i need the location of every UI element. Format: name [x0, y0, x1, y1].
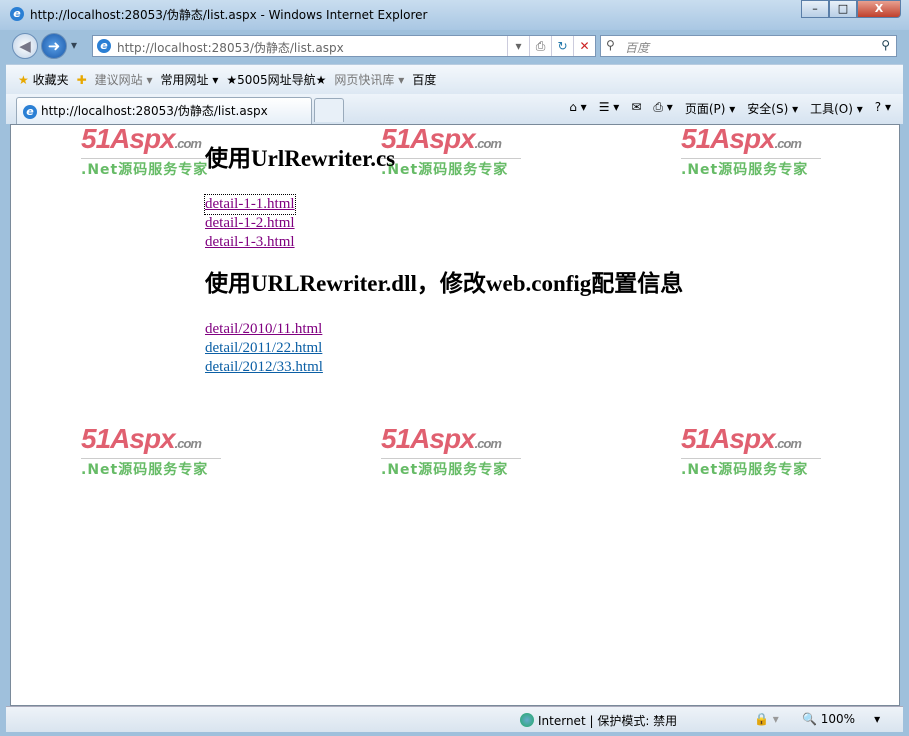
link-detail-1-3[interactable]: detail-1-3.html	[205, 233, 295, 252]
compatibility-view-icon[interactable]: ⎙	[529, 36, 551, 56]
help-button[interactable]: ? ▾	[875, 100, 891, 117]
window-title: http://localhost:28053/伪静态/list.aspx - W…	[30, 8, 428, 22]
security-zone[interactable]: Internet | 保护模式: 禁用	[520, 712, 677, 729]
safety-menu[interactable]: 安全(S) ▾	[747, 100, 798, 117]
page-icon: e	[23, 105, 37, 119]
search-go-icon[interactable]: ⚲	[881, 38, 890, 52]
search-box[interactable]: ⚲ 百度 ⚲	[600, 35, 897, 57]
tab-list[interactable]: e http://localhost:28053/伪静态/list.aspx	[16, 97, 312, 124]
stop-icon[interactable]: ✕	[573, 36, 595, 56]
page-menu[interactable]: 页面(P) ▾	[685, 100, 735, 117]
refresh-icon[interactable]: ↻	[551, 36, 573, 56]
fav-web-slice[interactable]: 网页快讯库 ▾	[334, 71, 404, 88]
link-detail-2012-33[interactable]: detail/2012/33.html	[205, 358, 323, 377]
fav-common-sites[interactable]: 常用网址 ▾	[161, 71, 219, 88]
forward-button[interactable]: ➜	[41, 33, 67, 59]
address-input[interactable]: http://localhost:28053/伪静态/list.aspx	[117, 39, 344, 56]
print-button[interactable]: ⎙ ▾	[653, 100, 672, 117]
watermark: 51Aspx.com .Net源码服务专家	[681, 425, 821, 479]
tools-menu[interactable]: 工具(O) ▾	[810, 100, 863, 117]
address-bar[interactable]: e http://localhost:28053/伪静态/list.aspx ▾…	[92, 35, 596, 57]
address-dropdown-icon[interactable]: ▾	[507, 36, 529, 56]
fav-suggested-sites[interactable]: 建议网站 ▾	[95, 71, 153, 88]
page-icon: e	[97, 39, 111, 53]
maximize-button[interactable]: □	[829, 0, 857, 18]
search-icon: ⚲	[606, 38, 615, 52]
page-content: 51Aspx.com .Net源码服务专家 51Aspx.com .Net源码服务专…	[10, 124, 900, 706]
tab-title: http://localhost:28053/伪静态/list.aspx	[41, 104, 268, 118]
add-favorite-icon[interactable]: ✚	[77, 73, 87, 87]
close-button[interactable]: X	[857, 0, 901, 18]
globe-icon	[520, 713, 534, 727]
title-bar: e http://localhost:28053/伪静态/list.aspx -…	[0, 0, 909, 30]
new-tab-button[interactable]	[314, 98, 344, 122]
zone-label: Internet | 保护模式: 禁用	[538, 714, 678, 728]
search-input[interactable]: 百度	[625, 39, 649, 56]
feeds-button[interactable]: ☰ ▾	[599, 100, 620, 117]
link-detail-1-2[interactable]: detail-1-2.html	[205, 214, 295, 233]
privacy-icon[interactable]: 🔒 ▾	[754, 712, 779, 726]
favorites-bar: ★ 收藏夹 ✚ 建议网站 ▾ 常用网址 ▾ ★5005网址导航★ 网页快讯库 ▾…	[6, 64, 903, 94]
home-button[interactable]: ⌂ ▾	[569, 100, 586, 117]
star-icon: ★	[18, 73, 29, 87]
fav-baidu[interactable]: 百度	[412, 71, 436, 88]
history-dropdown-icon[interactable]: ▾	[71, 38, 77, 52]
watermark: 51Aspx.com .Net源码服务专家	[81, 425, 221, 479]
link-detail-2011-22[interactable]: detail/2011/22.html	[205, 339, 322, 358]
fav-5005[interactable]: ★5005网址导航★	[226, 71, 326, 88]
watermark: 51Aspx.com .Net源码服务专家	[381, 425, 521, 479]
zoom-level[interactable]: 🔍 100% ▾	[802, 712, 880, 726]
navigation-bar: ◀ ➜ ▾ e http://localhost:28053/伪静态/list.…	[0, 30, 909, 62]
watermark: 51Aspx.com .Net源码服务专家	[81, 125, 221, 179]
zoom-value: 100%	[820, 712, 856, 726]
heading-urlrewriter-cs: 使用UrlRewriter.cs	[205, 146, 396, 171]
command-bar: e http://localhost:28053/伪静态/list.aspx ⌂ …	[6, 94, 903, 124]
mail-button[interactable]: ✉	[631, 100, 641, 117]
status-bar: Internet | 保护模式: 禁用 🔒 ▾ 🔍 100% ▾	[6, 706, 903, 732]
link-detail-2010-11[interactable]: detail/2010/11.html	[205, 320, 322, 339]
back-button[interactable]: ◀	[12, 33, 38, 59]
favorites-button[interactable]: ★ 收藏夹	[18, 71, 69, 88]
link-detail-1-1[interactable]: detail-1-1.html	[204, 194, 296, 215]
minimize-button[interactable]: –	[801, 0, 829, 18]
heading-urlrewriter-dll: 使用URLRewriter.dll，修改web.config配置信息	[205, 271, 684, 296]
favorites-label: 收藏夹	[32, 73, 69, 87]
ie-icon: e	[10, 7, 24, 21]
